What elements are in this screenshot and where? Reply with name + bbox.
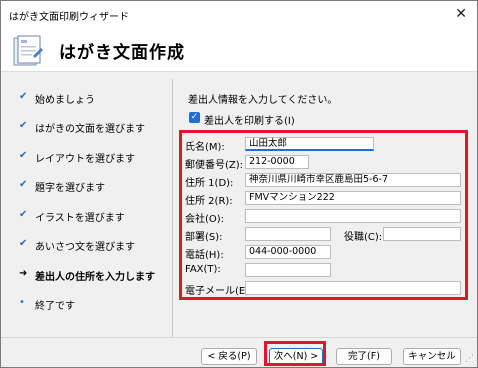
address1-field[interactable]: 神奈川県川崎市幸区鹿島田5-6-7 [245,173,461,187]
check-icon: ✔ [19,238,28,249]
step-label: 始めましょう [35,95,95,106]
step-label: はがきの文面を選びます [35,124,145,135]
back-button[interactable]: < 戻る(P) [201,348,257,365]
step-label: レイアウトを選びます [35,154,135,165]
address2-label: 住所 2(R): [185,196,233,207]
bullet-icon: • [19,297,25,308]
department-field[interactable] [245,227,331,241]
sender-info-panel: 差出人情報を入力してください。 ✓ 差出人を印刷する(I) 氏名(M): 山田太… [174,79,474,337]
check-icon: ✔ [19,179,28,190]
fax-label: FAX(T): [185,264,221,275]
next-button-highlight [264,341,326,366]
check-icon: ✔ [19,209,28,220]
step-label: 終了です [35,301,75,312]
check-icon: ✔ [19,150,28,161]
step-label: イラストを選びます [35,213,125,224]
name-label: 氏名(M): [185,142,225,153]
button-bar: < 戻る(P) 次へ(N) > 完了(F) キャンセル [1,337,477,367]
page-title: はがき文面作成 [59,43,185,63]
postcard-icon [13,35,43,66]
phone-label: 電話(H): [185,250,224,261]
phone-field[interactable]: 044-000-0000 [245,245,331,259]
email-label: 電子メール(E): [185,286,253,297]
department-label: 部署(S): [185,232,223,243]
close-icon[interactable]: ✕ [455,6,467,22]
step-label: 差出人の住所を入力します [35,272,155,283]
company-field[interactable] [245,209,461,223]
fax-field[interactable] [245,263,331,277]
company-label: 会社(O): [185,214,225,225]
finish-button[interactable]: 完了(F) [336,348,392,365]
print-sender-checkbox[interactable]: ✓ [189,112,200,123]
wizard-window: はがき文面印刷ウィザード ✕ はがき文面作成 ✔ 始めましょう ✔ はがきの文面… [0,0,478,368]
position-label: 役職(C): [344,232,383,243]
postal-code-field[interactable]: 212-0000 [245,155,309,169]
address1-label: 住所 1(D): [185,178,234,189]
steps-sidebar: ✔ 始めましょう ✔ はがきの文面を選びます ✔ レイアウトを選びます ✔ 題字… [9,81,170,335]
email-field[interactable] [245,281,461,295]
position-field[interactable] [383,227,461,241]
cancel-button[interactable]: キャンセル [403,348,461,365]
divider [172,79,173,337]
check-icon: ✔ [19,120,28,131]
step-label: 題字を選びます [35,183,105,194]
print-sender-checkbox-label[interactable]: 差出人を印刷する(I) [204,112,295,127]
check-icon: ✔ [19,91,28,102]
wizard-header: はがき文面作成 [1,28,477,72]
arrow-right-icon: ➜ [19,268,28,279]
name-field[interactable]: 山田太郎 [245,137,374,151]
step-label: あいさつ文を選びます [35,242,135,253]
postal-code-label: 郵便番号(Z): [185,160,244,171]
resize-grip-icon[interactable]: ⋰ [465,354,474,364]
instruction-text: 差出人情報を入力してください。 [188,95,338,106]
title-bar: はがき文面印刷ウィザード ✕ [1,1,477,28]
window-title: はがき文面印刷ウィザード [9,12,129,23]
address2-field[interactable]: FMVマンション222 [245,191,461,205]
